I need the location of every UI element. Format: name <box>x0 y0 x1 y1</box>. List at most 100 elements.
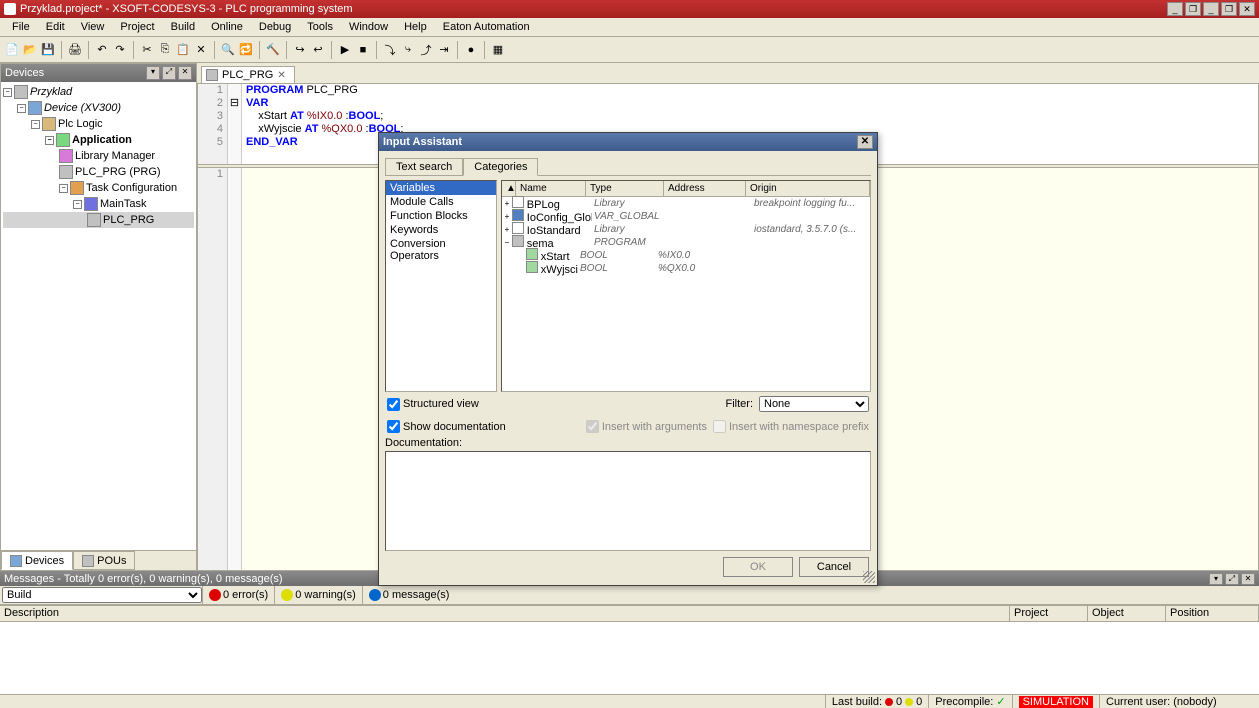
tree-library-manager[interactable]: Library Manager <box>3 148 194 164</box>
menu-file[interactable]: File <box>4 19 38 35</box>
step-over-icon[interactable]: ⤵ <box>382 42 398 58</box>
col-project[interactable]: Project <box>1010 606 1088 621</box>
structured-view-input[interactable] <box>387 398 400 411</box>
expander-icon[interactable]: − <box>3 88 12 97</box>
tree-main-task[interactable]: −MainTask <box>3 196 194 212</box>
dialog-titlebar[interactable]: Input Assistant ✕ <box>379 133 877 151</box>
step-out-icon[interactable]: ⤴ <box>418 42 434 58</box>
grid-row[interactable]: xWyjscieBOOL%QX0.0 <box>502 262 870 275</box>
menu-eaton[interactable]: Eaton Automation <box>435 19 538 35</box>
col-sort[interactable]: ▲ <box>502 181 516 196</box>
panel-float-icon[interactable]: ⤢ <box>162 66 176 80</box>
dialog-close-icon[interactable]: ✕ <box>857 135 873 149</box>
delete-icon[interactable]: ✕ <box>193 42 209 58</box>
breakpoint-icon[interactable]: ● <box>463 42 479 58</box>
category-item-variables[interactable]: Variables <box>386 181 496 195</box>
start-icon[interactable]: ▶ <box>337 42 353 58</box>
open-icon[interactable]: 📂 <box>22 42 38 58</box>
print-icon[interactable]: 🖨 <box>67 42 83 58</box>
menu-help[interactable]: Help <box>396 19 435 35</box>
menu-online[interactable]: Online <box>203 19 251 35</box>
panel-close-icon[interactable]: ✕ <box>178 66 192 80</box>
panel-close-icon[interactable]: ✕ <box>1241 573 1255 585</box>
minimize-button-inner[interactable]: _ <box>1167 2 1183 16</box>
panel-pin-icon[interactable]: ▾ <box>146 66 160 80</box>
misc-icon[interactable]: ▦ <box>490 42 506 58</box>
editor-tab-plcprg[interactable]: PLC_PRG ✕ <box>201 66 295 83</box>
errors-count[interactable]: 0 error(s) <box>202 586 274 604</box>
run-to-icon[interactable]: ⇥ <box>436 42 452 58</box>
col-origin[interactable]: Origin <box>746 181 870 196</box>
undo-icon[interactable]: ↶ <box>94 42 110 58</box>
expander-icon[interactable]: − <box>17 104 26 113</box>
tree-project[interactable]: −Przyklad <box>3 84 194 100</box>
messages-filter-combo[interactable]: Build <box>2 587 202 603</box>
category-item-conversion[interactable]: Conversion Operators <box>386 237 496 263</box>
panel-pin-icon[interactable]: ▾ <box>1209 573 1223 585</box>
device-tree[interactable]: −Przyklad −Device (XV300) −Plc Logic −Ap… <box>1 82 196 550</box>
tab-devices[interactable]: Devices <box>1 551 73 570</box>
menu-project[interactable]: Project <box>112 19 162 35</box>
col-description[interactable]: Description <box>0 606 1010 621</box>
cancel-button[interactable]: Cancel <box>799 557 869 577</box>
tab-pous[interactable]: POUs <box>73 551 135 570</box>
category-item-function-blocks[interactable]: Function Blocks <box>386 209 496 223</box>
stop-icon[interactable]: ■ <box>355 42 371 58</box>
expander-icon[interactable]: − <box>45 136 54 145</box>
show-doc-checkbox[interactable]: Show documentation <box>387 420 506 433</box>
category-item-keywords[interactable]: Keywords <box>386 223 496 237</box>
col-address[interactable]: Address <box>664 181 746 196</box>
expander-icon[interactable]: − <box>59 184 68 193</box>
menu-edit[interactable]: Edit <box>38 19 73 35</box>
fold-gutter[interactable] <box>228 168 242 570</box>
tab-text-search[interactable]: Text search <box>385 158 463 176</box>
symbol-grid[interactable]: ▲ Name Type Address Origin + BPLogLibrar… <box>501 180 871 392</box>
col-name[interactable]: Name <box>516 181 586 196</box>
warnings-count[interactable]: 0 warning(s) <box>274 586 362 604</box>
tree-task-config[interactable]: −Task Configuration <box>3 180 194 196</box>
expander-icon[interactable]: − <box>73 200 82 209</box>
filter-combo[interactable]: None <box>759 396 869 412</box>
menu-tools[interactable]: Tools <box>299 19 341 35</box>
login-icon[interactable]: ↪ <box>292 42 308 58</box>
find-icon[interactable]: 🔍 <box>220 42 236 58</box>
logout-icon[interactable]: ↩ <box>310 42 326 58</box>
messages-grid[interactable]: Description Project Object Position <box>0 605 1259 694</box>
tree-task-prg[interactable]: PLC_PRG <box>3 212 194 228</box>
replace-icon[interactable]: 🔁 <box>238 42 254 58</box>
fold-gutter[interactable]: ⊟ <box>228 84 242 164</box>
new-icon[interactable]: 📄 <box>4 42 20 58</box>
build-icon[interactable]: 🔨 <box>265 42 281 58</box>
col-object[interactable]: Object <box>1088 606 1166 621</box>
copy-icon[interactable]: ⎘ <box>157 42 173 58</box>
tree-plc-prg[interactable]: PLC_PRG (PRG) <box>3 164 194 180</box>
maximize-button[interactable]: ❐ <box>1221 2 1237 16</box>
tree-plclogic[interactable]: −Plc Logic <box>3 116 194 132</box>
step-into-icon[interactable]: ⤷ <box>400 42 416 58</box>
tree-application[interactable]: −Application <box>3 132 194 148</box>
expander-icon[interactable]: + <box>502 225 512 234</box>
menu-debug[interactable]: Debug <box>251 19 299 35</box>
menu-build[interactable]: Build <box>163 19 203 35</box>
expander-icon[interactable]: + <box>502 199 512 208</box>
structured-view-checkbox[interactable]: Structured view <box>387 398 479 411</box>
restore-button-inner[interactable]: ❐ <box>1185 2 1201 16</box>
col-type[interactable]: Type <box>586 181 664 196</box>
expander-icon[interactable]: − <box>31 120 40 129</box>
minimize-button[interactable]: _ <box>1203 2 1219 16</box>
close-button[interactable]: ✕ <box>1239 2 1255 16</box>
expander-icon[interactable]: + <box>502 212 512 221</box>
tab-categories[interactable]: Categories <box>463 158 538 176</box>
resize-grip[interactable] <box>863 571 875 583</box>
expander-icon[interactable]: − <box>502 238 512 247</box>
redo-icon[interactable]: ↷ <box>112 42 128 58</box>
col-position[interactable]: Position <box>1166 606 1259 621</box>
menu-window[interactable]: Window <box>341 19 396 35</box>
save-icon[interactable]: 💾 <box>40 42 56 58</box>
close-tab-icon[interactable]: ✕ <box>277 70 285 81</box>
documentation-box[interactable] <box>385 451 871 551</box>
cut-icon[interactable]: ✂ <box>139 42 155 58</box>
menu-view[interactable]: View <box>73 19 113 35</box>
panel-float-icon[interactable]: ⤢ <box>1225 573 1239 585</box>
messages-count[interactable]: 0 message(s) <box>362 586 456 604</box>
